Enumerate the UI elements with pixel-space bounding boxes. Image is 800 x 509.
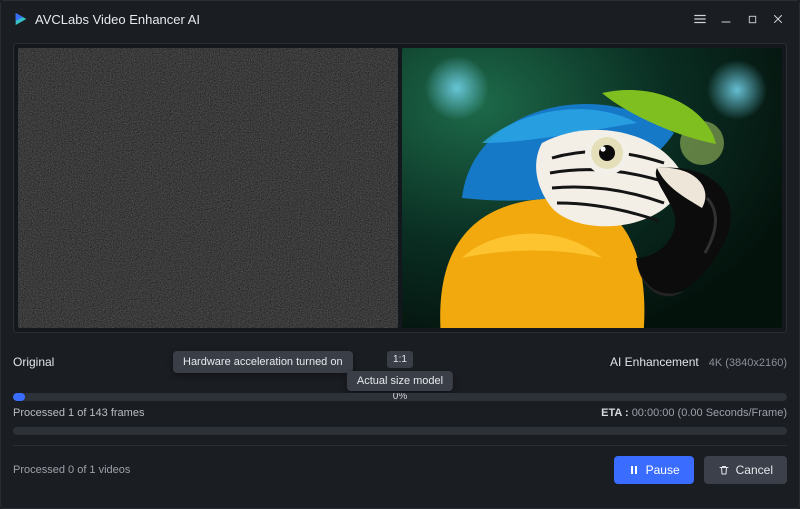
aspect-ratio-chip[interactable]: 1:1 <box>387 351 413 368</box>
preview-enhanced[interactable] <box>402 48 782 328</box>
cancel-button[interactable]: Cancel <box>704 456 787 484</box>
titlebar: AVCLabs Video Enhancer AI <box>1 1 799 37</box>
app-logo: AVCLabs Video Enhancer AI <box>13 11 200 27</box>
play-logo-icon <box>13 11 29 27</box>
frames-progress-bar[interactable]: 0% <box>13 393 787 401</box>
trash-icon <box>718 464 730 476</box>
enhancement-label: AI Enhancement <box>610 355 699 369</box>
preview-comparison <box>13 43 787 333</box>
enhancement-label-group: AI Enhancement 4K (3840x2160) <box>610 355 787 369</box>
minimize-button[interactable] <box>713 6 739 32</box>
close-button[interactable] <box>765 6 791 32</box>
preview-original[interactable] <box>18 48 398 328</box>
frames-progress-fill <box>13 393 25 401</box>
parrot-image-enhanced <box>402 48 782 328</box>
frames-progress-percent: 0% <box>393 393 407 401</box>
maximize-button[interactable] <box>739 6 765 32</box>
original-label: Original <box>13 355 54 369</box>
minimize-icon <box>720 13 732 25</box>
pause-icon <box>628 464 640 476</box>
output-resolution: 4K (3840x2160) <box>709 357 787 369</box>
app-title: AVCLabs Video Enhancer AI <box>35 12 200 27</box>
eta-text: ETA : 00:00:00 (0.00 Seconds/Frame) <box>601 407 787 419</box>
maximize-icon <box>747 14 758 25</box>
menu-icon <box>693 12 707 26</box>
labels-row: Original Hardware acceleration turned on… <box>13 351 787 387</box>
pause-button[interactable]: Pause <box>614 456 694 484</box>
footer: Processed 0 of 1 videos Pause Cancel <box>13 445 787 484</box>
videos-progress-bar[interactable] <box>13 427 787 435</box>
progress-section: 0% Processed 1 of 143 frames ETA : 00:00… <box>13 393 787 435</box>
menu-button[interactable] <box>687 6 713 32</box>
frames-status-text: Processed 1 of 143 frames <box>13 407 144 419</box>
close-icon <box>772 13 784 25</box>
videos-status-text: Processed 0 of 1 videos <box>13 464 130 476</box>
parrot-image-original <box>18 48 398 328</box>
hw-accel-tooltip: Hardware acceleration turned on <box>173 351 353 373</box>
actual-size-tooltip: Actual size model <box>347 371 453 391</box>
